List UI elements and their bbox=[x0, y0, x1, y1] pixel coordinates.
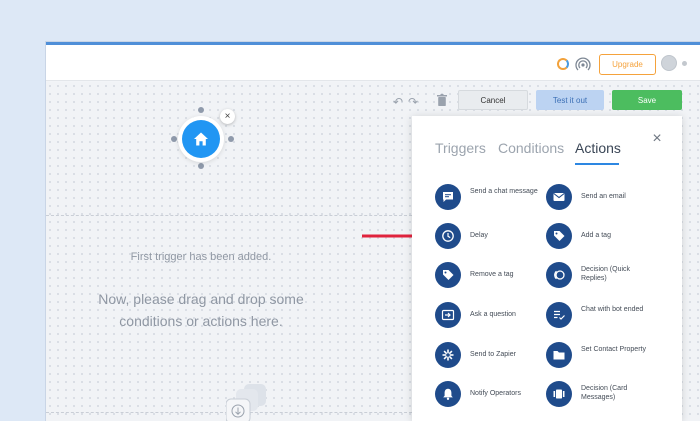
node-handle-left[interactable] bbox=[171, 136, 177, 142]
cancel-button[interactable]: Cancel bbox=[458, 90, 528, 110]
action-label: Decision (Card Messages) bbox=[581, 385, 628, 401]
tab-actions[interactable]: Actions bbox=[575, 140, 621, 156]
top-bar: Upgrade bbox=[46, 45, 700, 81]
action-label: Remove a tag bbox=[470, 271, 514, 278]
trash-icon[interactable] bbox=[437, 94, 447, 106]
chat-icon bbox=[435, 184, 461, 210]
action-label: Send to Zapier bbox=[470, 351, 516, 358]
loader-icon bbox=[557, 58, 569, 70]
action-label: Send an email bbox=[581, 193, 626, 200]
action-label: Ask a question bbox=[470, 311, 516, 318]
node-handle-top[interactable] bbox=[198, 107, 204, 113]
test-it-out-button[interactable]: Test it out bbox=[536, 90, 604, 110]
remove-node-button[interactable]: × bbox=[220, 109, 235, 124]
folder-icon bbox=[546, 342, 572, 368]
close-icon[interactable]: × bbox=[650, 131, 664, 147]
node-handle-bottom[interactable] bbox=[198, 163, 204, 169]
email-icon bbox=[546, 184, 572, 210]
redo-icon[interactable]: ↷ bbox=[408, 95, 418, 109]
canvas-divider bbox=[46, 215, 412, 216]
zapier-icon bbox=[435, 342, 461, 368]
avatar[interactable] bbox=[661, 55, 677, 71]
action-remove-tag[interactable]: Remove a tag bbox=[435, 260, 545, 292]
action-label: Delay bbox=[470, 232, 488, 239]
chat-ended-icon bbox=[546, 302, 572, 328]
bell-icon bbox=[435, 381, 461, 407]
first-trigger-message: First trigger has been added. bbox=[130, 251, 272, 263]
action-label: Set Contact Property bbox=[581, 346, 646, 353]
tab-conditions[interactable]: Conditions bbox=[498, 140, 564, 156]
cards-icon bbox=[546, 381, 572, 407]
tag-icon bbox=[435, 262, 461, 288]
clock-icon bbox=[435, 223, 461, 249]
action-decision-quick-replies[interactable]: Decision (Quick Replies) bbox=[546, 260, 656, 292]
tag-icon bbox=[546, 223, 572, 249]
undo-icon[interactable]: ↶ bbox=[393, 95, 403, 109]
signal-icon[interactable] bbox=[575, 56, 591, 72]
action-label: Send a chat message bbox=[470, 188, 538, 195]
input-icon bbox=[435, 302, 461, 328]
actions-panel: Triggers Conditions Actions × Send a cha… bbox=[412, 116, 682, 421]
action-set-contact-property[interactable]: Set Contact Property bbox=[546, 340, 656, 372]
upgrade-button[interactable]: Upgrade bbox=[599, 54, 656, 75]
drag-drop-instruction: Now, please drag and drop some condition… bbox=[98, 291, 304, 329]
active-tab-indicator bbox=[575, 163, 619, 165]
action-notify-operators[interactable]: Notify Operators bbox=[435, 379, 545, 411]
action-send-chat-message[interactable]: Send a chat message bbox=[435, 182, 545, 214]
action-decision-card-messages[interactable]: Decision (Card Messages) bbox=[546, 379, 656, 411]
action-chat-with-bot-ended[interactable]: Chat with bot ended bbox=[546, 300, 656, 332]
action-send-email[interactable]: Send an email bbox=[546, 182, 656, 214]
decision-icon bbox=[546, 262, 572, 288]
node-handle-right[interactable] bbox=[228, 136, 234, 142]
action-label: Chat with bot ended bbox=[581, 306, 644, 313]
save-button[interactable]: Save bbox=[612, 90, 682, 110]
action-ask-question[interactable]: Ask a question bbox=[435, 300, 545, 332]
trigger-node[interactable] bbox=[182, 120, 220, 158]
action-add-tag[interactable]: Add a tag bbox=[546, 221, 656, 253]
action-label: Notify Operators bbox=[470, 390, 521, 397]
tab-triggers[interactable]: Triggers bbox=[435, 140, 486, 156]
action-label: Add a tag bbox=[581, 232, 611, 239]
drop-zone-icon bbox=[226, 384, 266, 421]
status-dot bbox=[682, 61, 687, 66]
action-send-to-zapier[interactable]: Send to Zapier bbox=[435, 340, 545, 372]
action-delay[interactable]: Delay bbox=[435, 221, 545, 253]
action-label: Decision (Quick Replies) bbox=[581, 266, 631, 282]
home-icon bbox=[194, 132, 208, 146]
